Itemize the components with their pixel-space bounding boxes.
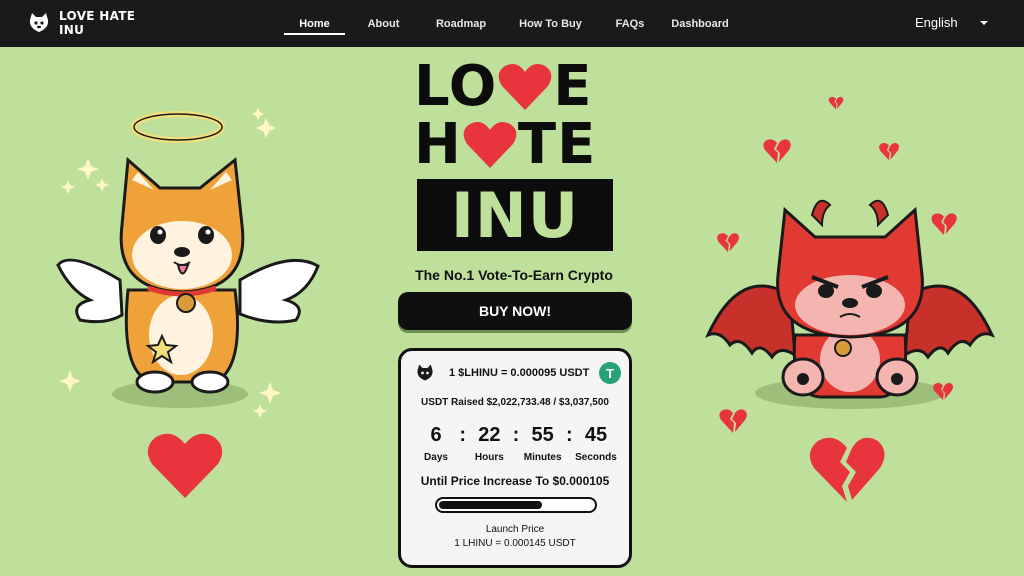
- dog-logo-icon: [417, 364, 433, 381]
- angel-dog-illustration: [56, 108, 320, 418]
- title-love-right: E: [553, 54, 593, 119]
- title-line-hate: H TE: [414, 112, 614, 177]
- nav-dashboard[interactable]: Dashboard: [659, 0, 741, 47]
- title-hate-left: H: [414, 112, 462, 177]
- usdt-raised: USDT Raised $2,022,733.48 / $3,037,500: [421, 397, 609, 408]
- caret-down-icon: [979, 20, 988, 25]
- sparkle-icon: [256, 118, 276, 138]
- hate-tag: [834, 339, 852, 357]
- sparkle-icon: [252, 108, 264, 120]
- brand-line-1: LOVE HATE: [59, 9, 136, 23]
- launch-price-value: 1 LHINU = 0.000145 USDT: [454, 538, 576, 549]
- sparkle-icon: [253, 404, 267, 418]
- countdown-label: Days: [424, 452, 448, 463]
- presale-progress-fill: [439, 501, 543, 509]
- top-nav: LOVE HATE INU Home About Roadmap How To …: [0, 0, 1024, 47]
- brand-line-2: INU: [59, 23, 85, 37]
- love-tag: [176, 293, 196, 313]
- countdown-label: Seconds: [575, 452, 617, 463]
- right-wing: [238, 259, 320, 324]
- broken-heart-icon: [879, 143, 900, 161]
- sparkle-icon: [259, 382, 281, 404]
- countdown-timer: 6 Days : 22 Hours : 55 Minutes : 45 Seco…: [413, 422, 619, 463]
- countdown-seconds: 45 Seconds: [573, 422, 619, 463]
- countdown-hours: 22 Hours: [466, 422, 512, 463]
- nav-how-to-buy[interactable]: How To Buy: [500, 0, 601, 47]
- countdown-label: Hours: [474, 452, 504, 463]
- brand-name: LOVE HATE INU: [59, 9, 135, 37]
- countdown-separator: :: [459, 424, 466, 446]
- presale-card: 1 $LHINU = 0.000095 USDT T USDT Raised $…: [398, 348, 632, 568]
- broken-heart-icon: [809, 437, 885, 502]
- sparkle-icon: [95, 178, 109, 192]
- dog-logo-icon: [29, 13, 49, 32]
- rate-row: 1 $LHINU = 0.000095 USDT T: [415, 361, 621, 385]
- language-selector[interactable]: English: [915, 15, 988, 30]
- left-wing: [56, 258, 124, 324]
- countdown-value: 22: [478, 424, 501, 446]
- heart-icon: [498, 64, 552, 110]
- broken-heart-icon: [763, 139, 791, 163]
- devil-horn: [810, 199, 832, 228]
- countdown-label: Minutes: [523, 452, 562, 463]
- broken-heart-icon: [931, 213, 957, 236]
- broken-heart-icon: [933, 383, 954, 401]
- title-hate-right: TE: [517, 112, 597, 177]
- launch-price-label: Launch Price: [485, 524, 545, 535]
- broken-heart-icon: [717, 233, 740, 253]
- title-inu-box: INU: [417, 179, 613, 252]
- price-increase-text: Until Price Increase To $0.000105: [420, 474, 610, 488]
- title-line-love: LO E: [414, 54, 614, 119]
- countdown-value: 6: [430, 424, 442, 446]
- language-label: English: [915, 15, 958, 30]
- sparkle-icon: [77, 158, 99, 180]
- countdown-value: 45: [584, 424, 608, 446]
- nav-faqs[interactable]: FAQs: [601, 0, 659, 47]
- broken-heart-icon: [828, 96, 844, 110]
- nav-home[interactable]: Home: [284, 0, 345, 47]
- devil-horn: [868, 199, 890, 228]
- presale-progress-bar: [435, 497, 597, 513]
- brand-logo[interactable]: LOVE HATE INU: [27, 9, 135, 37]
- countdown-value: 55: [531, 424, 554, 446]
- title-love-left: LO: [414, 54, 498, 119]
- nav-links: Home About Roadmap How To Buy FAQs Dashb…: [284, 0, 741, 47]
- countdown-separator: :: [565, 424, 573, 446]
- countdown-separator: :: [512, 424, 520, 446]
- nav-about[interactable]: About: [345, 0, 422, 47]
- sparkle-icon: [61, 180, 75, 194]
- heart-icon: [147, 433, 223, 498]
- countdown-days: 6 Days: [413, 422, 459, 463]
- broken-heart-icon: [719, 409, 747, 433]
- hero-title: LO E H TE: [414, 54, 614, 177]
- tether-icon: T: [599, 362, 621, 384]
- token-rate: 1 $LHINU = 0.000095 USDT: [449, 367, 590, 379]
- countdown-minutes: 55 Minutes: [520, 422, 566, 463]
- buy-now-button[interactable]: BUY NOW!: [398, 292, 632, 330]
- heart-icon: [463, 122, 517, 168]
- hero-tagline: The No.1 Vote-To-Earn Crypto: [415, 267, 613, 283]
- sparkle-icon: [59, 370, 81, 392]
- nav-roadmap[interactable]: Roadmap: [422, 0, 500, 47]
